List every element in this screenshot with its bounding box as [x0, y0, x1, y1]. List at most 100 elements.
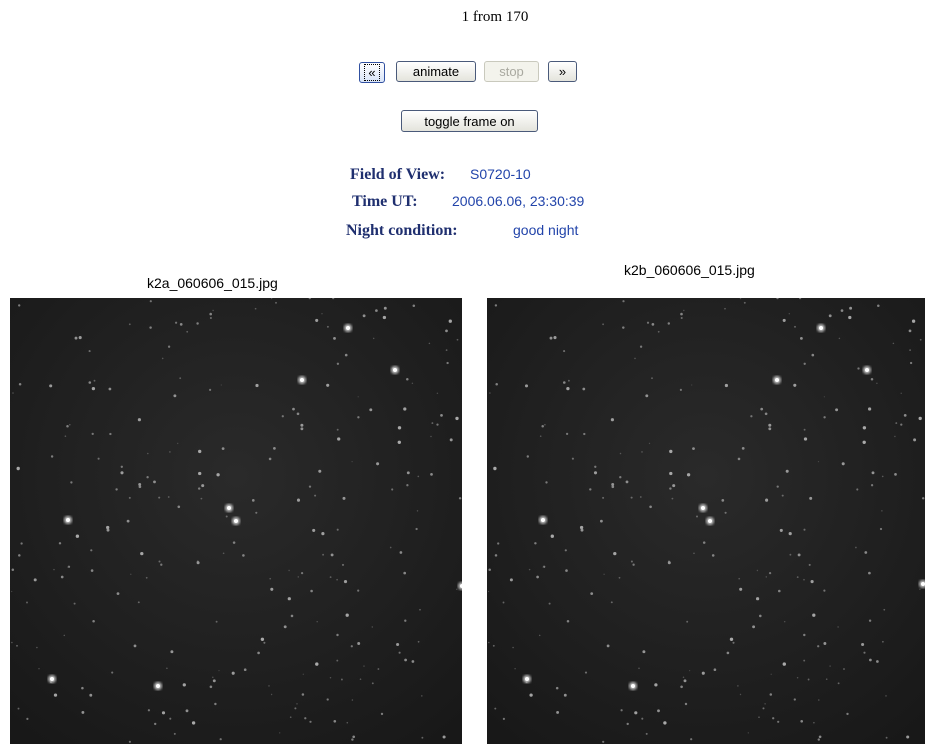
- star: [869, 658, 872, 662]
- star: [170, 650, 174, 654]
- star: [807, 678, 810, 681]
- star: [494, 554, 498, 557]
- star: [495, 382, 498, 386]
- star: [263, 641, 266, 644]
- star: [651, 323, 655, 326]
- star: [330, 553, 334, 557]
- star: [16, 466, 20, 471]
- sky-image-right[interactable]: [487, 298, 925, 744]
- star: [724, 511, 727, 514]
- toggle-frame-button[interactable]: toggle frame on: [401, 110, 538, 132]
- bright-star: [708, 519, 712, 523]
- star: [362, 314, 366, 318]
- star: [524, 384, 529, 388]
- right-image-title: k2b_060606_015.jpg: [624, 262, 755, 278]
- star: [289, 716, 292, 719]
- star: [351, 460, 353, 463]
- star: [321, 532, 325, 536]
- bright-star: [865, 368, 869, 372]
- star: [789, 553, 792, 556]
- star: [769, 693, 773, 696]
- star: [743, 301, 746, 304]
- star: [823, 642, 827, 645]
- star: [626, 722, 629, 726]
- star: [81, 686, 84, 690]
- star: [671, 497, 674, 500]
- animate-button[interactable]: animate: [396, 61, 476, 82]
- star: [333, 719, 337, 723]
- star: [177, 442, 179, 445]
- star: [564, 549, 567, 552]
- stop-button[interactable]: stop: [484, 61, 539, 82]
- star: [212, 679, 216, 683]
- star: [406, 484, 409, 487]
- star: [416, 510, 419, 512]
- star: [50, 455, 54, 458]
- bright-star: [66, 518, 70, 522]
- star: [287, 597, 291, 601]
- star: [336, 578, 338, 581]
- star: [512, 646, 514, 649]
- star: [541, 424, 544, 428]
- star: [739, 693, 742, 696]
- fov-label: Field of View:: [350, 166, 446, 183]
- star: [149, 326, 152, 329]
- star: [321, 313, 323, 315]
- star: [158, 496, 161, 499]
- star: [108, 387, 112, 391]
- star: [603, 573, 605, 575]
- star: [383, 306, 387, 310]
- star: [862, 426, 867, 430]
- star: [191, 721, 196, 725]
- next-frame-button[interactable]: »: [548, 61, 577, 82]
- star: [182, 683, 186, 687]
- star: [669, 487, 672, 490]
- star: [580, 528, 584, 532]
- star: [343, 580, 348, 584]
- star: [683, 679, 687, 683]
- star: [563, 350, 566, 353]
- star: [783, 620, 786, 623]
- star: [167, 345, 171, 348]
- star: [741, 447, 745, 450]
- sky-image-left[interactable]: [10, 298, 462, 744]
- star: [563, 693, 567, 697]
- star: [186, 330, 189, 333]
- star: [197, 487, 201, 490]
- star: [713, 668, 717, 672]
- left-image-title: k2a_060606_015.jpg: [147, 275, 278, 291]
- star: [173, 394, 177, 398]
- star: [667, 322, 671, 325]
- star: [803, 578, 805, 581]
- star: [841, 462, 845, 466]
- star: [672, 484, 676, 488]
- star: [458, 497, 462, 500]
- star: [297, 576, 300, 578]
- star: [768, 423, 772, 427]
- star: [352, 735, 356, 739]
- star: [882, 640, 884, 643]
- star: [411, 660, 415, 663]
- star: [663, 721, 667, 725]
- star: [198, 471, 202, 476]
- star: [645, 732, 648, 735]
- star: [641, 451, 643, 453]
- star: [809, 496, 813, 500]
- star: [857, 367, 860, 370]
- star: [788, 532, 792, 536]
- star: [116, 592, 120, 595]
- star: [799, 336, 803, 340]
- star: [346, 721, 349, 724]
- star: [502, 601, 505, 604]
- star: [88, 350, 91, 353]
- star: [654, 683, 658, 687]
- bright-star: [631, 684, 635, 688]
- previous-frame-button[interactable]: «: [359, 62, 385, 83]
- star: [145, 576, 148, 579]
- star: [288, 569, 290, 572]
- star: [296, 498, 301, 502]
- star: [419, 608, 421, 611]
- star: [747, 732, 749, 734]
- star: [445, 329, 448, 333]
- star: [755, 597, 760, 601]
